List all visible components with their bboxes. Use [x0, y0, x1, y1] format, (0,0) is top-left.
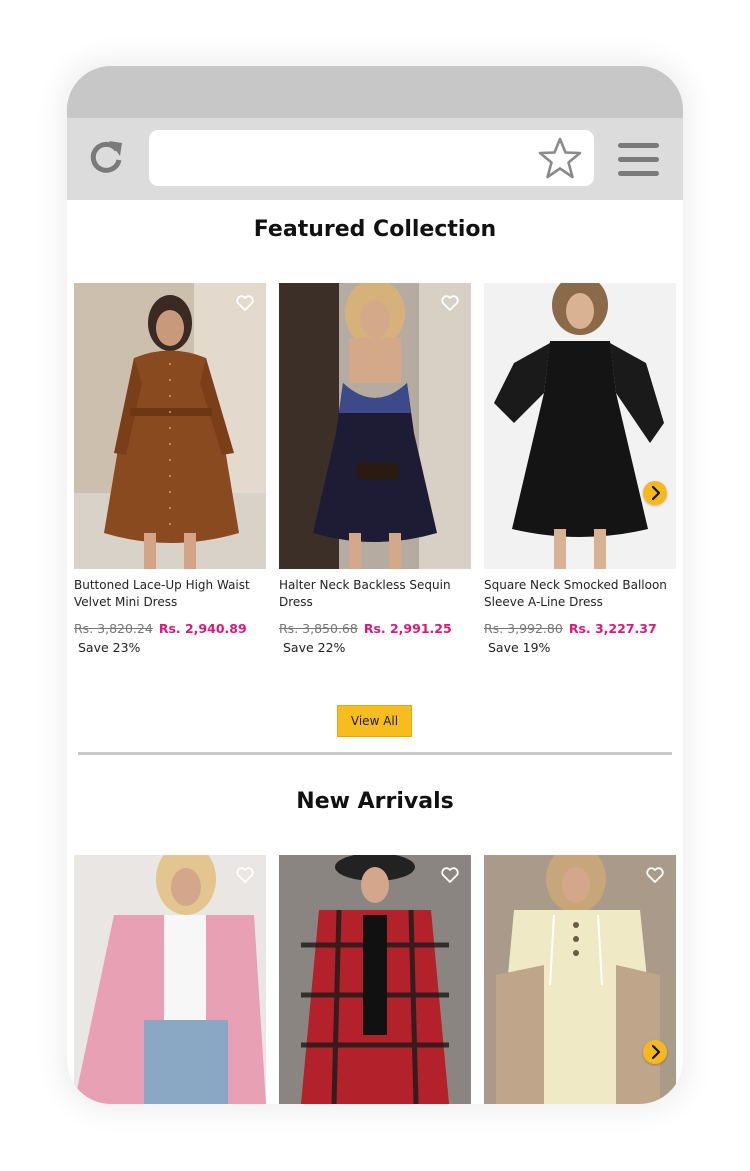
section-divider — [78, 752, 672, 755]
product-image-hoodie[interactable] — [484, 855, 676, 1104]
wishlist-heart-icon[interactable] — [646, 867, 664, 883]
discount-label: Save 19% — [488, 640, 551, 655]
featured-collection-title: Featured Collection — [253, 217, 497, 242]
product-prices: Rs. 3,992.80 Rs. 3,227.37 — [484, 621, 676, 636]
product-image-velvet-dress[interactable] — [74, 283, 266, 569]
product-card[interactable] — [484, 855, 676, 1104]
sale-price: Rs. 2,991.25 — [363, 621, 452, 636]
wishlist-heart-icon[interactable] — [236, 867, 254, 883]
product-image-smocked-dress[interactable] — [484, 283, 676, 569]
discount-label: Save 23% — [78, 640, 141, 655]
sale-price: Rs. 3,227.37 — [568, 621, 657, 636]
phone-frame: Featured Collection Buttoned Lace-Up Hig… — [67, 66, 683, 1104]
product-card[interactable]: Halter Neck Backless Sequin Dress Rs. 3,… — [279, 283, 471, 655]
product-card[interactable] — [279, 855, 471, 1104]
wishlist-heart-icon[interactable] — [441, 867, 459, 883]
chevron-right-icon — [651, 485, 661, 501]
sale-price: Rs. 2,940.89 — [158, 621, 247, 636]
star-icon[interactable] — [538, 136, 582, 180]
product-prices: Rs. 3,850.68 Rs. 2,991.25 — [279, 621, 471, 636]
address-bar[interactable] — [149, 130, 594, 186]
wishlist-heart-icon[interactable] — [441, 295, 459, 311]
carousel-next-button[interactable] — [643, 481, 667, 505]
original-price: Rs. 3,992.80 — [484, 621, 563, 636]
wishlist-heart-icon[interactable] — [236, 295, 254, 311]
product-card[interactable]: Buttoned Lace-Up High Waist Velvet Mini … — [74, 283, 266, 655]
original-price: Rs. 3,820.24 — [74, 621, 153, 636]
product-image-sequin-dress[interactable] — [279, 283, 471, 569]
phone-status-area — [67, 66, 683, 118]
product-name[interactable]: Square Neck Smocked Balloon Sleeve A-Lin… — [484, 577, 674, 611]
original-price: Rs. 3,850.68 — [279, 621, 358, 636]
view-all-button[interactable]: View All — [337, 705, 412, 737]
browser-toolbar — [67, 118, 683, 200]
new-arrivals-title: New Arrivals — [296, 789, 454, 814]
product-image-pink-jacket[interactable] — [74, 855, 266, 1104]
product-card[interactable] — [74, 855, 266, 1104]
chevron-right-icon — [651, 1044, 661, 1060]
page-viewport: Featured Collection Buttoned Lace-Up Hig… — [67, 200, 683, 1104]
product-card[interactable]: Square Neck Smocked Balloon Sleeve A-Lin… — [484, 283, 676, 655]
product-image-plaid-shirt[interactable] — [279, 855, 471, 1104]
discount-label: Save 22% — [283, 640, 346, 655]
product-name[interactable]: Halter Neck Backless Sequin Dress — [279, 577, 469, 611]
reload-icon[interactable] — [87, 138, 125, 176]
product-name[interactable]: Buttoned Lace-Up High Waist Velvet Mini … — [74, 577, 264, 611]
product-prices: Rs. 3,820.24 Rs. 2,940.89 — [74, 621, 266, 636]
hamburger-menu-icon[interactable] — [618, 143, 659, 177]
carousel-next-button[interactable] — [643, 1040, 667, 1064]
